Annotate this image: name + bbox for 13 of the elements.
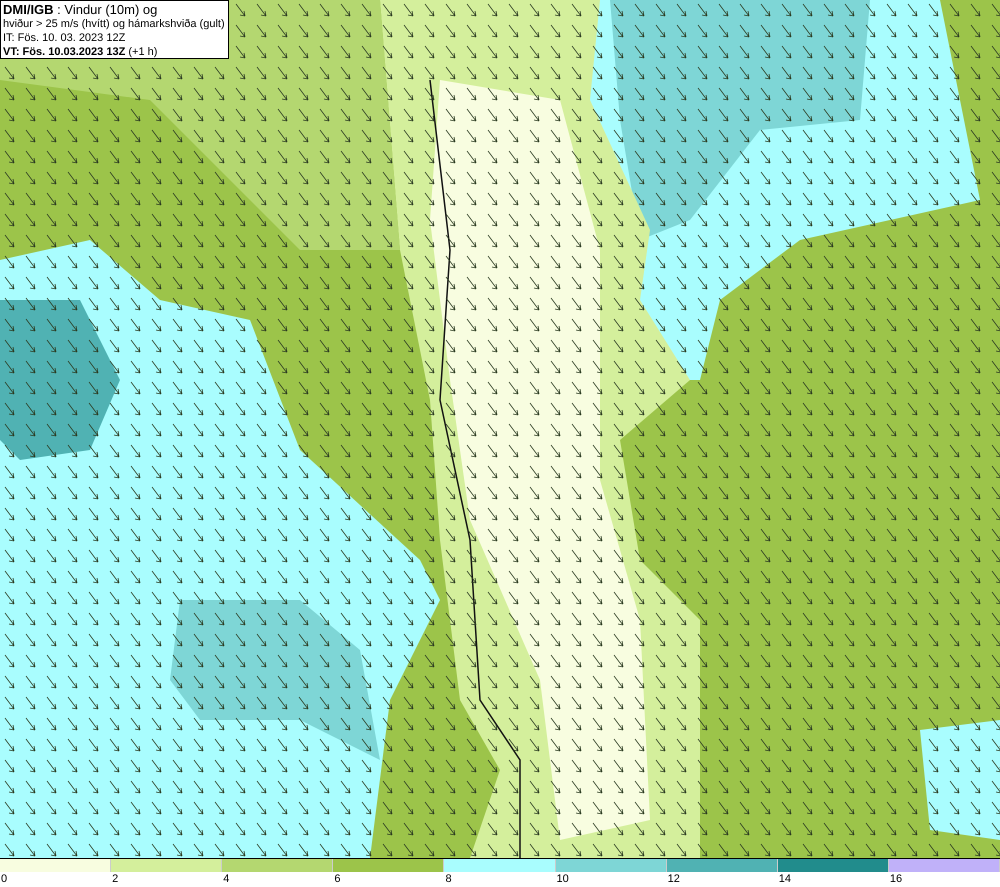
legend-label: 16 — [890, 872, 902, 886]
legend-label: 8 — [445, 872, 452, 886]
legend-label: 6 — [334, 872, 340, 886]
legend-label: 4 — [223, 872, 230, 886]
legend-label: 14 — [778, 872, 792, 886]
legend-label: 0 — [1, 872, 8, 886]
title-line: hviður > 25 m/s (hvítt) og hámarkshviða (gult) — [3, 17, 226, 31]
legend-label: 2 — [112, 872, 118, 886]
title-line: VT: Fös. 10.03.2023 13Z (+1 h) — [3, 45, 158, 59]
legend-label: 10 — [556, 872, 569, 886]
legend-label: 12 — [668, 872, 680, 886]
title-line: DMI/IGB : Vindur (10m) og — [3, 2, 158, 17]
title-line: IT: Fös. 10. 03. 2023 12Z — [3, 31, 126, 45]
